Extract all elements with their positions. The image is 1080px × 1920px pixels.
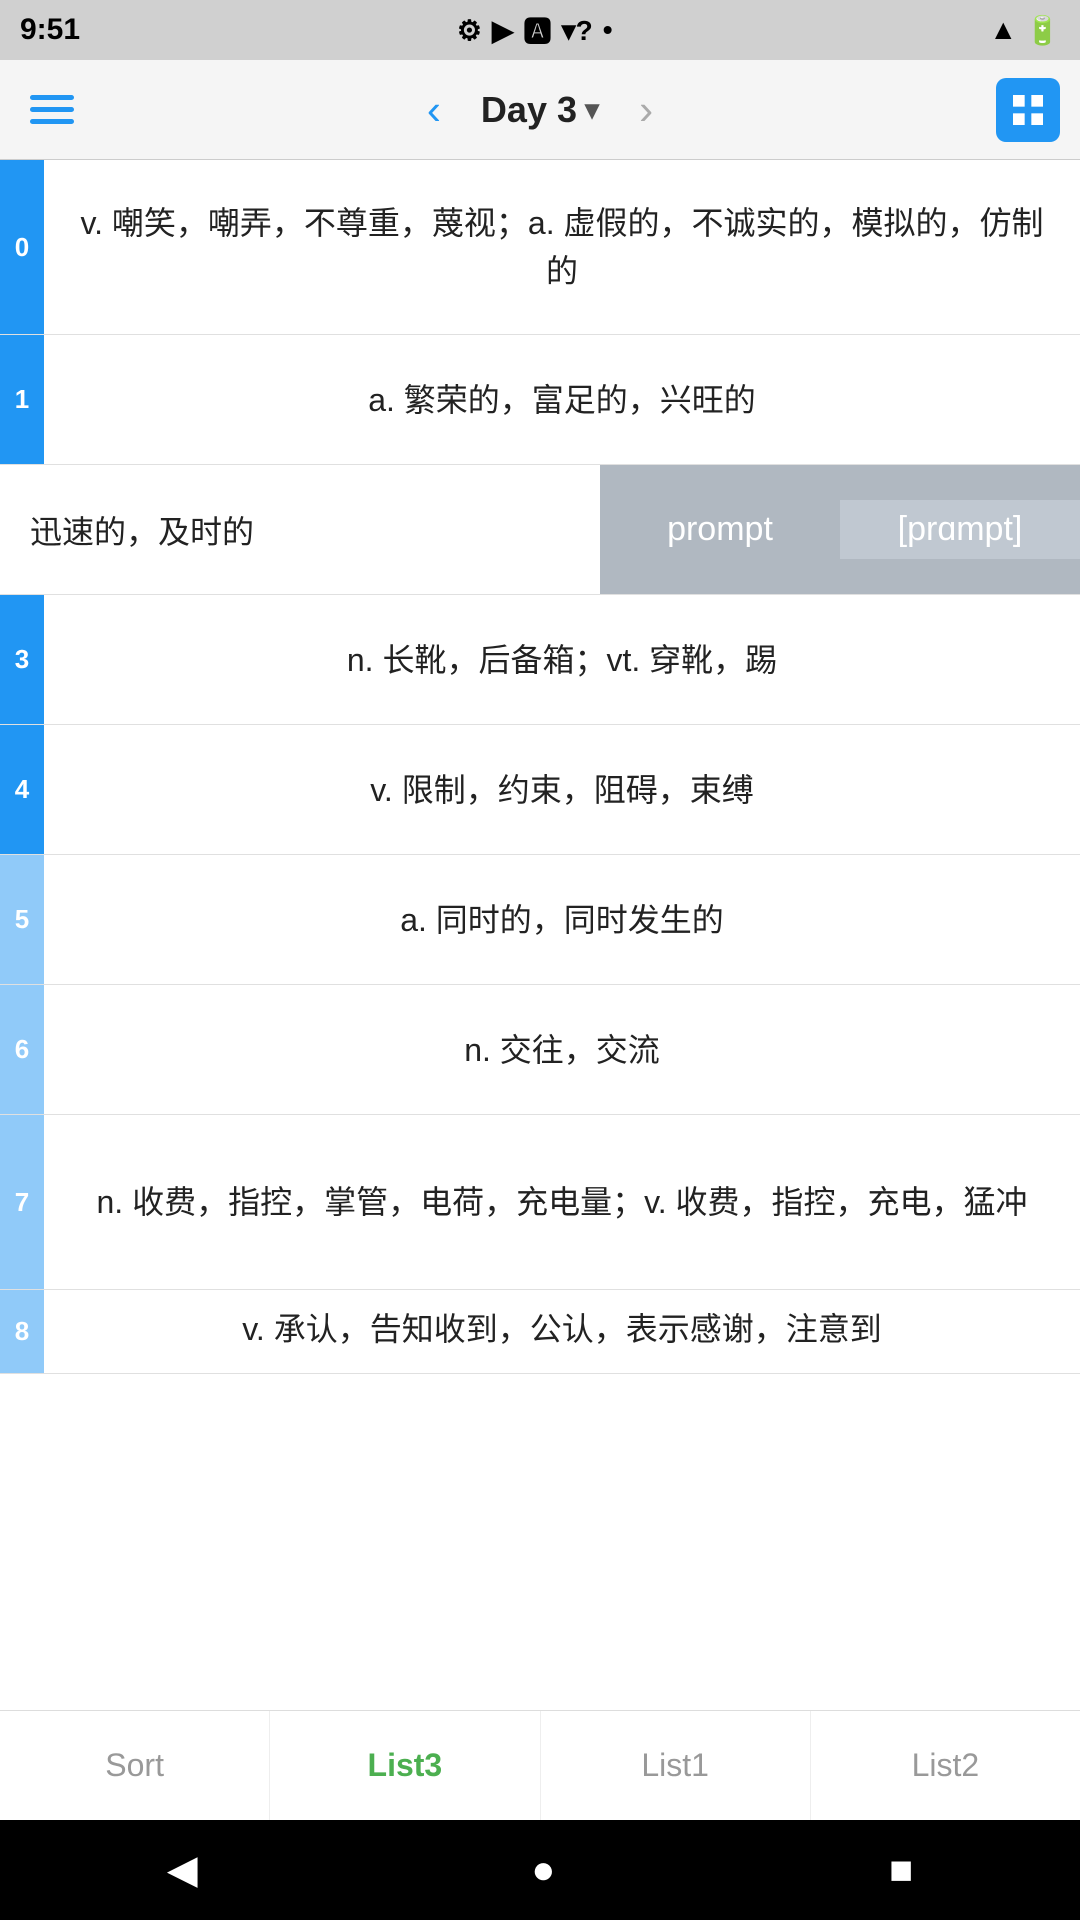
- prev-button[interactable]: ‹: [417, 86, 451, 134]
- word-row[interactable]: 7 n. 收费，指控，掌管，电荷，充电量；v. 收费，指控，充电，猛冲: [0, 1115, 1080, 1290]
- row-definition-4: v. 限制，约束，阻碍，束缚: [44, 725, 1080, 854]
- row-index-4: 4: [0, 725, 44, 854]
- row-index-0: 0: [0, 160, 44, 334]
- row-index-6: 6: [0, 985, 44, 1114]
- bottom-tab-bar: Sort List3 List1 List2: [0, 1710, 1080, 1820]
- popup-phonetic-text: [prɑmpt]: [840, 500, 1080, 559]
- next-button[interactable]: ›: [629, 86, 663, 134]
- word-row[interactable]: 5 a. 同时的，同时发生的: [0, 855, 1080, 985]
- tab-list3[interactable]: List3: [270, 1711, 540, 1820]
- tab-list2[interactable]: List2: [811, 1711, 1080, 1820]
- word-row-2[interactable]: 迅速的，及时的 prompt [prɑmpt]: [0, 465, 1080, 595]
- tab-list3-label: List3: [368, 1747, 443, 1784]
- tab-list1[interactable]: List1: [541, 1711, 811, 1820]
- row-definition-3: n. 长靴，后备箱；vt. 穿靴，踢: [44, 595, 1080, 724]
- signal-icon: ▲: [989, 14, 1017, 46]
- tab-list1-label: List1: [641, 1747, 709, 1784]
- dot-icon: •: [603, 14, 613, 46]
- row-definition-8: v. 承认，告知收到，公认，表示感谢，注意到: [44, 1290, 1080, 1373]
- word-row[interactable]: 3 n. 长靴，后备箱；vt. 穿靴，踢: [0, 595, 1080, 725]
- word-popup[interactable]: prompt [prɑmpt]: [600, 465, 1080, 594]
- app-header: ‹ Day 3 ▾ ›: [0, 60, 1080, 160]
- row-index-8: 8: [0, 1290, 44, 1373]
- status-bar: 9:51 ⚙ ▶ 🅰 ▾? • ▲ 🔋: [0, 0, 1080, 60]
- row-index-1: 1: [0, 335, 44, 464]
- header-nav: ‹ Day 3 ▾ ›: [417, 86, 663, 134]
- grid-icon: [1008, 90, 1048, 130]
- chevron-down-icon: ▾: [585, 93, 599, 126]
- play-icon: ▶: [492, 14, 514, 47]
- row-index-3: 3: [0, 595, 44, 724]
- status-icons: ⚙ ▶ 🅰 ▾? •: [457, 10, 613, 50]
- row-definition-5: a. 同时的，同时发生的: [44, 855, 1080, 984]
- status-right-icons: ▲ 🔋: [989, 14, 1060, 47]
- wifi-icon: ▾?: [562, 14, 593, 47]
- tab-list2-label: List2: [912, 1747, 980, 1784]
- row-definition-0: v. 嘲笑，嘲弄，不尊重，蔑视；a. 虚假的，不诚实的，模拟的，仿制的: [44, 160, 1080, 334]
- tab-sort-label: Sort: [105, 1747, 164, 1784]
- row-definition-7: n. 收费，指控，掌管，电荷，充电量；v. 收费，指控，充电，猛冲: [44, 1115, 1080, 1289]
- row-index-5: 5: [0, 855, 44, 984]
- row-index-7: 7: [0, 1115, 44, 1289]
- recent-button[interactable]: ■: [889, 1848, 913, 1893]
- battery-icon: 🔋: [1025, 14, 1060, 47]
- grid-view-button[interactable]: [996, 78, 1060, 142]
- tab-sort[interactable]: Sort: [0, 1711, 270, 1820]
- word-row[interactable]: 8 v. 承认，告知收到，公认，表示感谢，注意到: [0, 1290, 1080, 1374]
- word-row[interactable]: 1 a. 繁荣的，富足的，兴旺的: [0, 335, 1080, 465]
- menu-button[interactable]: [20, 85, 84, 134]
- row-definition-6: n. 交往，交流: [44, 985, 1080, 1114]
- row-definition-1: a. 繁荣的，富足的，兴旺的: [44, 335, 1080, 464]
- day-title-button[interactable]: Day 3 ▾: [481, 89, 599, 131]
- home-button[interactable]: ●: [531, 1848, 555, 1893]
- popup-word-text: prompt: [600, 500, 840, 559]
- android-nav-bar: ◀ ● ■: [0, 1820, 1080, 1920]
- word-row[interactable]: 4 v. 限制，约束，阻碍，束缚: [0, 725, 1080, 855]
- font-icon: 🅰: [524, 10, 552, 50]
- settings-icon: ⚙: [457, 14, 482, 47]
- day-title-text: Day 3: [481, 89, 577, 131]
- back-button[interactable]: ◀: [167, 1847, 198, 1893]
- word-row[interactable]: 0 v. 嘲笑，嘲弄，不尊重，蔑视；a. 虚假的，不诚实的，模拟的，仿制的: [0, 160, 1080, 335]
- word-list: 0 v. 嘲笑，嘲弄，不尊重，蔑视；a. 虚假的，不诚实的，模拟的，仿制的 1 …: [0, 160, 1080, 1710]
- status-time: 9:51: [20, 13, 80, 47]
- word-row[interactable]: 6 n. 交往，交流: [0, 985, 1080, 1115]
